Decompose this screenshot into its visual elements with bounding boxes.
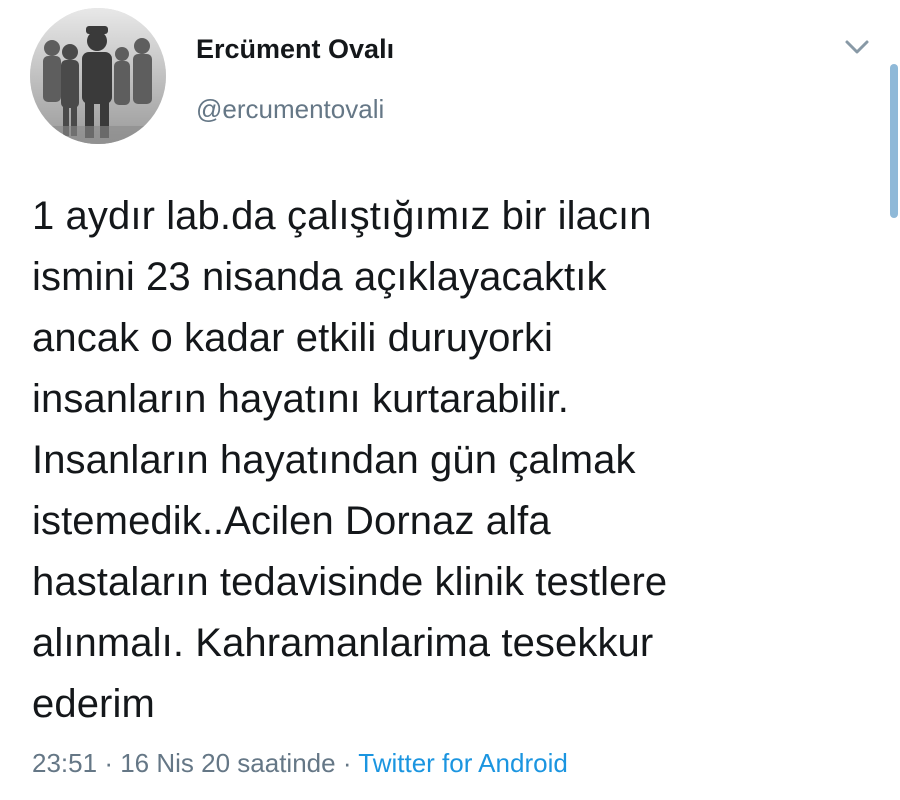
tweet-source-link[interactable]: Twitter for Android	[358, 748, 568, 778]
tweet-meta: 23:51 · 16 Nis 20 saatinde · Twitter for…	[32, 748, 568, 779]
meta-separator: ·	[104, 748, 113, 778]
author-handle[interactable]: @ercumentovali	[196, 94, 384, 125]
chevron-down-icon[interactable]	[840, 30, 874, 64]
scrollbar[interactable]	[890, 64, 898, 218]
tweet-text: 1 aydır lab.da çalıştığımız bir ilacın i…	[32, 194, 668, 726]
tweet-time: 23:51	[32, 748, 98, 778]
tweet-date: 16 Nis 20 saatinde	[120, 748, 336, 778]
meta-separator: ·	[342, 748, 352, 778]
author-display-name[interactable]: Ercüment Ovalı	[196, 34, 394, 65]
avatar-photo-icon[interactable]	[30, 8, 166, 144]
tweet-card: Ercüment Ovalı @ercumentovali 1 aydır la…	[0, 0, 900, 800]
